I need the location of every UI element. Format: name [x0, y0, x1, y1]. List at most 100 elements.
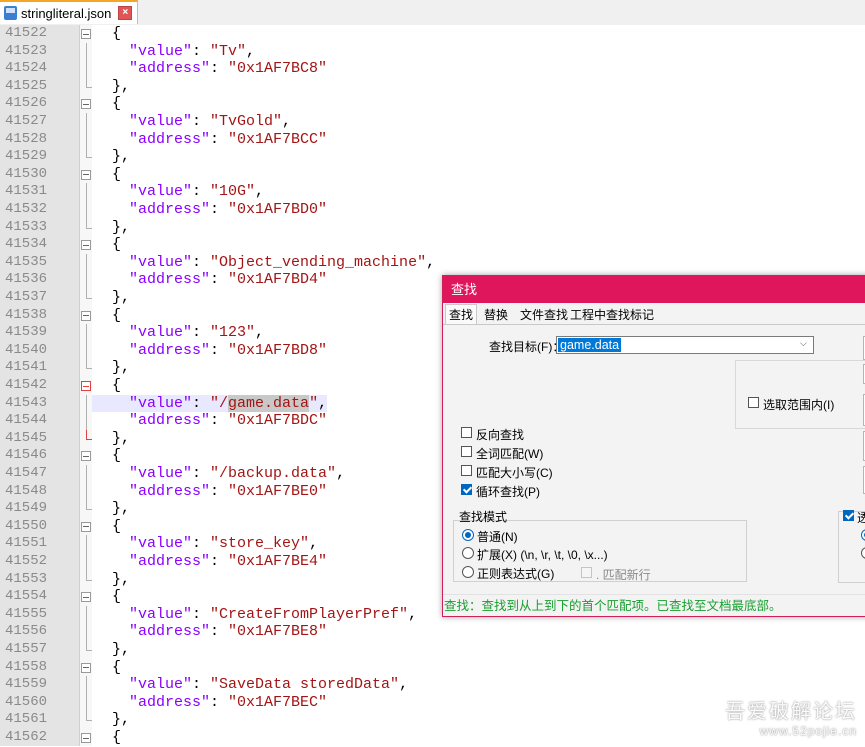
tab-find[interactable]: 查找	[445, 304, 478, 324]
code-text: },	[92, 289, 130, 307]
colon: :	[210, 553, 229, 570]
line-number: 41555	[5, 605, 48, 622]
line-number: 41532	[5, 201, 48, 217]
colon: :	[210, 693, 229, 711]
editor-line[interactable]: 41535 "value": "Object_vending_machine",	[0, 253, 865, 272]
json-string: "0x1AF7BE4"	[228, 553, 328, 570]
editor-line[interactable]: 41522 {	[0, 25, 865, 43]
editor-line[interactable]: 41527 "value": "TvGold",	[0, 113, 865, 131]
line-number: 41553	[5, 570, 48, 587]
mode-normal-radio[interactable]	[462, 529, 474, 541]
editor-line[interactable]: 41529},	[0, 148, 865, 166]
find-dialog-title[interactable]: 查找	[443, 276, 865, 303]
tab-find-in-files[interactable]: 文件查找	[516, 304, 572, 324]
editor-line[interactable]: 41534 {	[0, 236, 865, 254]
search-match-highlight: game.data	[228, 394, 310, 412]
code-text: {	[92, 25, 121, 43]
json-key: "value"	[129, 42, 193, 60]
comma: ,	[336, 465, 346, 482]
editor-line[interactable]: 41533},	[0, 218, 865, 237]
in-selection-checkbox[interactable]	[748, 397, 759, 408]
forum-watermark: 吾爱破解论坛 www.52pojie.cn	[725, 695, 857, 738]
editor-line[interactable]: 41524 "address": "0x1AF7BC8"	[0, 60, 865, 78]
whole-word-checkbox[interactable]	[461, 446, 472, 457]
tab-mark[interactable]: 标记	[626, 304, 658, 324]
fold-toggle-icon[interactable]	[81, 377, 91, 395]
colon: :	[192, 676, 211, 694]
tab-replace[interactable]: 替换	[480, 304, 512, 324]
dot-newline-checkbox[interactable]	[581, 567, 592, 578]
close-brace: },	[112, 289, 131, 306]
code-text: "address": "0x1AF7BD8"	[92, 342, 327, 360]
line-number: 41551	[5, 535, 48, 552]
editor-line[interactable]: 41557},	[0, 641, 865, 659]
code-text: "value": "TvGold",	[92, 113, 291, 131]
editor-line[interactable]: 41531 "value": "10G",	[0, 183, 865, 201]
comma: ,	[318, 394, 328, 412]
tab-find-in-project[interactable]: 工程中查找	[566, 304, 634, 324]
code-text: "address": "0x1AF7BC8"	[92, 60, 327, 78]
editor-line[interactable]: 41523 "value": "Tv",	[0, 42, 865, 61]
json-key: "value"	[129, 605, 193, 623]
line-number: 41524	[5, 60, 48, 77]
find-target-combobox[interactable]: game.data ⌵	[556, 336, 814, 354]
find-status-text: 查找：查找到从上到下的首个匹配项。已查找至文档最底部。	[443, 594, 865, 617]
fold-line-marker	[81, 60, 91, 78]
wrap-around-checkbox[interactable]	[461, 484, 472, 495]
editor-line[interactable]: 41559 "value": "SaveData storedData",	[0, 676, 865, 694]
line-number: 41533	[5, 218, 48, 235]
code-text: },	[92, 430, 130, 448]
open-brace: {	[112, 25, 122, 42]
editor-line[interactable]: 41528 "address": "0x1AF7BCC"	[0, 130, 865, 149]
code-text: {	[92, 307, 121, 325]
code-text: },	[92, 219, 130, 237]
code-text: },	[92, 148, 130, 166]
fold-toggle-icon[interactable]	[81, 447, 91, 465]
colon: :	[210, 271, 229, 289]
json-key: "address"	[129, 201, 211, 218]
line-number: 41543	[5, 394, 48, 411]
fold-toggle-icon[interactable]	[81, 25, 91, 43]
file-tab[interactable]: stringliteral.json ×	[0, 0, 138, 24]
editor-line[interactable]: 41558 {	[0, 659, 865, 677]
fold-line-marker	[81, 130, 91, 149]
json-key: "address"	[129, 623, 211, 641]
editor-line[interactable]: 41532 "address": "0x1AF7BD0"	[0, 201, 865, 219]
fold-toggle-icon[interactable]	[81, 518, 91, 536]
match-case-checkbox[interactable]	[461, 465, 472, 476]
open-brace: {	[112, 377, 122, 394]
fold-toggle-icon[interactable]	[81, 729, 91, 747]
json-key: "value"	[129, 465, 193, 482]
editor-line[interactable]: 41530 {	[0, 166, 865, 184]
close-tab-icon[interactable]: ×	[118, 6, 133, 20]
close-brace: },	[112, 429, 131, 447]
backward-checkbox[interactable]	[461, 427, 472, 438]
fold-end-marker	[81, 218, 92, 237]
code-text: "address": "0x1AF7BE4"	[92, 553, 327, 571]
mode-extended-radio[interactable]	[462, 547, 474, 559]
fold-toggle-icon[interactable]	[81, 236, 91, 254]
mode-regex-radio[interactable]	[462, 566, 474, 578]
editor-line[interactable]: 41526 {	[0, 95, 865, 113]
json-key: "value"	[129, 676, 193, 694]
find-target-value[interactable]: game.data	[558, 338, 622, 352]
line-number: 41554	[5, 588, 48, 605]
editor-line[interactable]: 41556 "address": "0x1AF7BE8"	[0, 623, 865, 641]
chevron-down-icon[interactable]: ⌵	[800, 339, 809, 348]
json-key: "address"	[129, 130, 211, 148]
colon: :	[192, 113, 211, 130]
transparency-checkbox[interactable]	[843, 510, 854, 521]
fold-toggle-icon[interactable]	[81, 659, 91, 677]
tab-bar: stringliteral.json ×	[0, 0, 865, 26]
fold-toggle-icon[interactable]	[81, 166, 91, 184]
fold-toggle-icon[interactable]	[81, 588, 91, 606]
json-key: "address"	[129, 482, 211, 500]
line-number: 41549	[5, 500, 48, 517]
editor-line[interactable]: 41525},	[0, 77, 865, 96]
json-string: "store_key"	[210, 535, 310, 553]
fold-line-marker	[81, 412, 91, 430]
fold-toggle-icon[interactable]	[81, 307, 91, 325]
line-number: 41535	[5, 253, 48, 270]
line-number: 41550	[5, 517, 48, 534]
fold-toggle-icon[interactable]	[81, 95, 91, 113]
